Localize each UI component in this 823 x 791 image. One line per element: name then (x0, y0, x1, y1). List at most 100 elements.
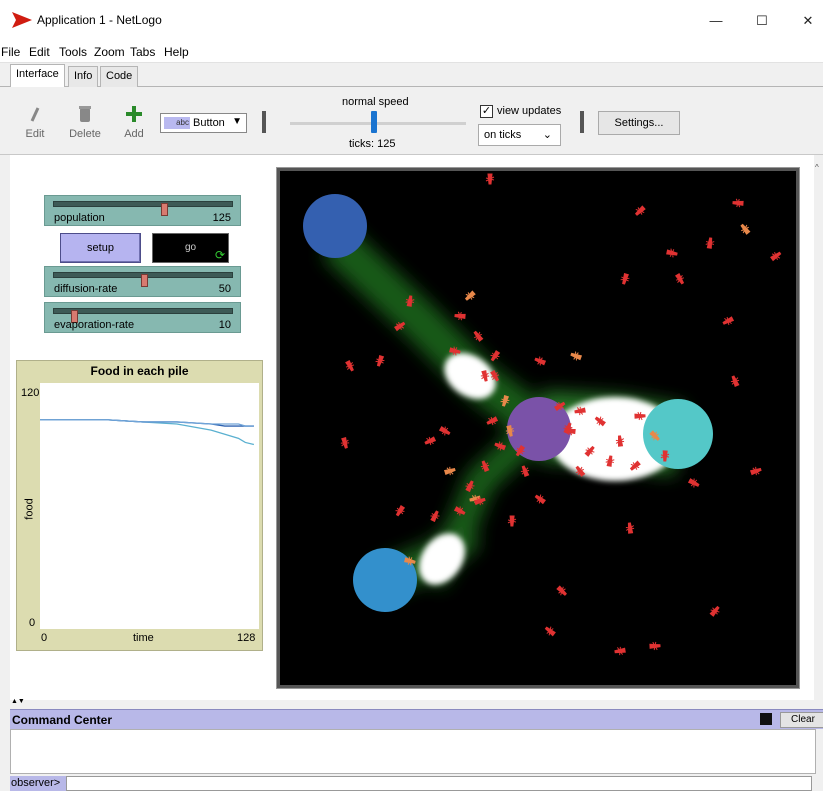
tab-strip: Interface Info Code (0, 63, 823, 87)
clear-button[interactable]: Clear (780, 712, 823, 728)
world-view[interactable] (277, 168, 799, 688)
ant (666, 248, 678, 258)
pencil-icon (15, 102, 55, 126)
ant (740, 223, 751, 235)
ant (464, 290, 476, 301)
ant (520, 465, 530, 478)
menu-edit[interactable]: Edit (29, 45, 50, 59)
slider-thumb[interactable] (140, 274, 148, 287)
close-button[interactable]: ✕ (785, 6, 823, 36)
ant (424, 436, 437, 446)
expand-icon[interactable] (760, 713, 772, 725)
slider-track[interactable] (53, 201, 233, 216)
ant (473, 330, 484, 342)
delete-button[interactable]: Delete (65, 102, 105, 140)
interface-toolbar: Edit Delete Add abc Button ▼ normal spee… (0, 87, 823, 155)
tab-code[interactable]: Code (100, 66, 139, 87)
command-input[interactable] (66, 776, 812, 791)
add-label: Add (124, 128, 144, 140)
view-updates-checkbox[interactable]: ✓ (480, 105, 493, 118)
speed-label: normal speed (342, 96, 409, 108)
menu-file[interactable]: File (1, 45, 20, 59)
slider-name: diffusion-rate (54, 283, 118, 295)
minimize-button[interactable]: — (693, 6, 739, 36)
menu-tools[interactable]: Tools (59, 45, 87, 59)
edit-button[interactable]: Edit (15, 102, 55, 140)
toolbar-divider (262, 111, 266, 133)
slider-thumb[interactable] (161, 203, 169, 216)
edit-label: Edit (25, 128, 45, 140)
dropdown-arrow-icon: ▼ (232, 116, 242, 127)
delete-label: Delete (69, 128, 101, 140)
slider-track[interactable] (53, 308, 233, 323)
ant (438, 426, 451, 436)
interface-left-margin (0, 155, 10, 700)
go-label: go (184, 242, 197, 253)
evaporation-rate-slider[interactable]: evaporation-rate 10 (44, 302, 241, 333)
plot-title: Food in each pile (90, 364, 189, 378)
slider-track[interactable] (53, 272, 233, 287)
diffusion-rate-slider[interactable]: diffusion-rate 50 (44, 266, 241, 297)
menu-tabs[interactable]: Tabs (130, 45, 155, 59)
ant (490, 350, 501, 362)
ant (485, 173, 495, 185)
observer-prompt[interactable]: observer> (10, 776, 66, 791)
ant (625, 522, 635, 534)
y-min-label: 0 (29, 617, 36, 629)
interface-scrollbar[interactable]: ^ (814, 155, 823, 700)
tab-info[interactable]: Info (68, 66, 99, 87)
ant (649, 641, 661, 651)
y-max-label: 120 (21, 387, 40, 399)
command-output (10, 729, 816, 774)
slider-value: 10 (218, 319, 231, 331)
ant (345, 359, 355, 372)
plot-series-line-2 (40, 419, 254, 427)
view-updates-label: view updates (497, 105, 562, 117)
toolbar-divider (580, 111, 584, 133)
ant (709, 605, 720, 617)
widget-type-value: Button (193, 117, 225, 129)
ant (544, 626, 556, 637)
ant (614, 646, 626, 656)
settings-button[interactable]: Settings... (598, 111, 680, 135)
x-axis-label: time (133, 632, 154, 644)
command-center-splitter[interactable]: ▲▼ (0, 698, 823, 709)
ant (730, 375, 740, 388)
ant (534, 494, 546, 505)
update-mode-select[interactable]: on ticks ⌄ (478, 124, 561, 146)
add-button[interactable]: Add (114, 102, 154, 140)
maximize-button[interactable]: ☐ (739, 6, 785, 36)
command-center-header: Command Center Clear (10, 709, 823, 729)
speed-slider-track[interactable] (290, 122, 466, 125)
ant (570, 351, 583, 361)
button-widget-icon: abc (164, 117, 190, 129)
menu-zoom[interactable]: Zoom (94, 45, 125, 59)
ant (534, 356, 547, 366)
window-title: Application 1 - NetLogo (37, 13, 162, 27)
plot-lines (40, 419, 255, 446)
slider-value: 50 (218, 283, 231, 295)
population-slider[interactable]: population 125 (44, 195, 241, 226)
menu-help[interactable]: Help (164, 45, 189, 59)
food-plot: Food in each pile 120 0 food 0 time 128 (16, 360, 263, 651)
menu-bar: File Edit Tools Zoom Tabs Help (0, 41, 823, 63)
go-button[interactable]: go ⟳ (152, 233, 229, 263)
widget-type-select[interactable]: abc Button ▼ (160, 113, 247, 133)
ant (454, 311, 466, 321)
plus-icon (114, 102, 154, 126)
speed-slider-thumb[interactable] (371, 111, 378, 133)
ant (705, 237, 715, 249)
chevron-down-icon: ⌄ (542, 129, 552, 141)
ant (507, 515, 517, 527)
ant (634, 205, 646, 216)
ant (556, 585, 567, 596)
slider-name: population (54, 212, 105, 224)
slider-name: evaporation-rate (54, 319, 135, 331)
title-bar: Application 1 - NetLogo — ☐ ✕ (0, 0, 823, 41)
world-graphics (303, 173, 782, 656)
collapse-arrows-icon[interactable]: ▲▼ (11, 698, 25, 705)
setup-button[interactable]: setup (60, 233, 141, 263)
update-mode-value: on ticks (484, 129, 522, 141)
tab-interface[interactable]: Interface (10, 64, 65, 87)
ant (430, 510, 440, 523)
